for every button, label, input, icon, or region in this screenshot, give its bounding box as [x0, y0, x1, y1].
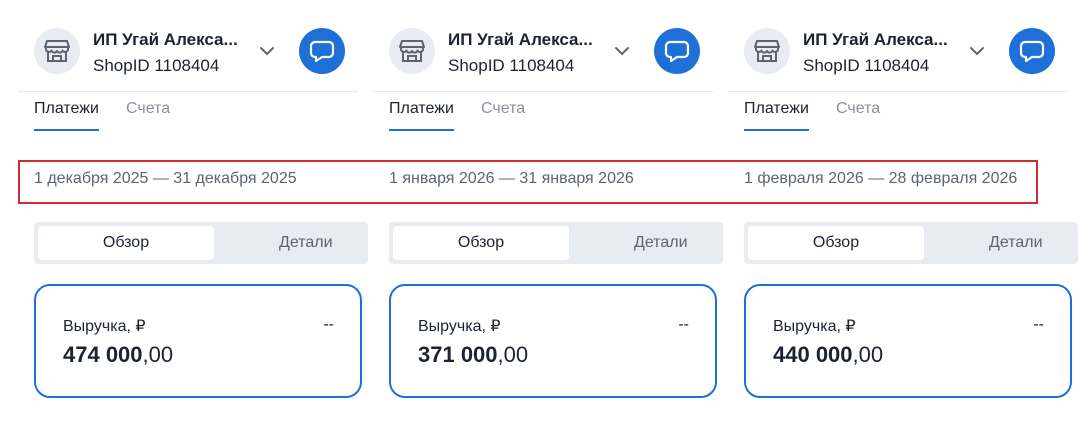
divider [728, 91, 1068, 92]
chat-bubble-icon [309, 40, 335, 63]
shop-name: ИП Угай Алекса... [93, 30, 238, 49]
tab-invoices[interactable]: Счета [481, 100, 525, 129]
segment-overview[interactable]: Обзор [748, 226, 924, 260]
tab-invoices[interactable]: Счета [126, 100, 170, 129]
panel-january: ИП Угай Алекса... ShopID 1108404 Платежи… [355, 0, 723, 426]
shop-name: ИП Угай Алекса... [448, 30, 593, 49]
panel-december: ИП Угай Алекса... ShopID 1108404 Платежи… [0, 0, 368, 426]
revenue-label: Выручка, ₽ [773, 318, 856, 335]
shop-header[interactable]: ИП Угай Алекса... ShopID 1108404 [18, 22, 348, 82]
revenue-change: -- [1033, 316, 1044, 333]
chevron-down-icon[interactable] [968, 42, 986, 60]
segment-details[interactable]: Детали [944, 226, 1078, 260]
segment-details[interactable]: Детали [234, 226, 368, 260]
segment-control: Обзор Детали [34, 222, 368, 264]
shop-id: ShopID 1108404 [803, 56, 930, 75]
revenue-change: -- [678, 316, 689, 333]
shop-id: ShopID 1108404 [448, 56, 575, 75]
revenue-card[interactable]: Выручка, ₽ -- 371 000,00 [389, 284, 717, 398]
storefront-icon [389, 28, 435, 74]
tab-invoices[interactable]: Счета [836, 100, 880, 129]
date-range[interactable]: 1 февраля 2026 — 28 февраля 2026 [744, 170, 1017, 188]
segment-control: Обзор Детали [389, 222, 723, 264]
tab-payments[interactable]: Платежи [34, 100, 99, 131]
segment-overview[interactable]: Обзор [393, 226, 569, 260]
revenue-amount-int: 474 000 [63, 342, 143, 367]
chat-button[interactable] [299, 28, 345, 74]
revenue-card[interactable]: Выручка, ₽ -- 440 000,00 [744, 284, 1072, 398]
date-range[interactable]: 1 декабря 2025 — 31 декабря 2025 [34, 170, 297, 188]
revenue-amount-int: 440 000 [773, 342, 853, 367]
revenue-card[interactable]: Выручка, ₽ -- 474 000,00 [34, 284, 362, 398]
chevron-down-icon[interactable] [258, 42, 276, 60]
revenue-amount-dec: ,00 [497, 342, 529, 367]
revenue-amount: 371 000,00 [418, 342, 528, 368]
segment-overview[interactable]: Обзор [38, 226, 214, 260]
chat-bubble-icon [1019, 40, 1045, 63]
chat-bubble-icon [664, 40, 690, 63]
revenue-amount-dec: ,00 [852, 342, 884, 367]
shop-id: ShopID 1108404 [93, 56, 220, 75]
divider [18, 91, 358, 92]
date-range[interactable]: 1 января 2026 — 31 января 2026 [389, 170, 634, 188]
shop-header[interactable]: ИП Угай Алекса... ShopID 1108404 [373, 22, 703, 82]
chat-button[interactable] [1009, 28, 1055, 74]
divider [373, 91, 713, 92]
tab-payments[interactable]: Платежи [389, 100, 454, 131]
storefront-icon [744, 28, 790, 74]
revenue-amount: 474 000,00 [63, 342, 173, 368]
revenue-change: -- [323, 316, 334, 333]
segment-details[interactable]: Детали [589, 226, 723, 260]
tab-payments[interactable]: Платежи [744, 100, 809, 131]
shop-header[interactable]: ИП Угай Алекса... ShopID 1108404 [728, 22, 1058, 82]
segment-control: Обзор Детали [744, 222, 1078, 264]
revenue-label: Выручка, ₽ [63, 318, 146, 335]
chevron-down-icon[interactable] [613, 42, 631, 60]
revenue-label: Выручка, ₽ [418, 318, 501, 335]
revenue-amount: 440 000,00 [773, 342, 883, 368]
chat-button[interactable] [654, 28, 700, 74]
storefront-icon [34, 28, 80, 74]
revenue-amount-dec: ,00 [142, 342, 174, 367]
panel-february: ИП Угай Алекса... ShopID 1108404 Платежи… [710, 0, 1078, 426]
shop-name: ИП Угай Алекса... [803, 30, 948, 49]
revenue-amount-int: 371 000 [418, 342, 498, 367]
